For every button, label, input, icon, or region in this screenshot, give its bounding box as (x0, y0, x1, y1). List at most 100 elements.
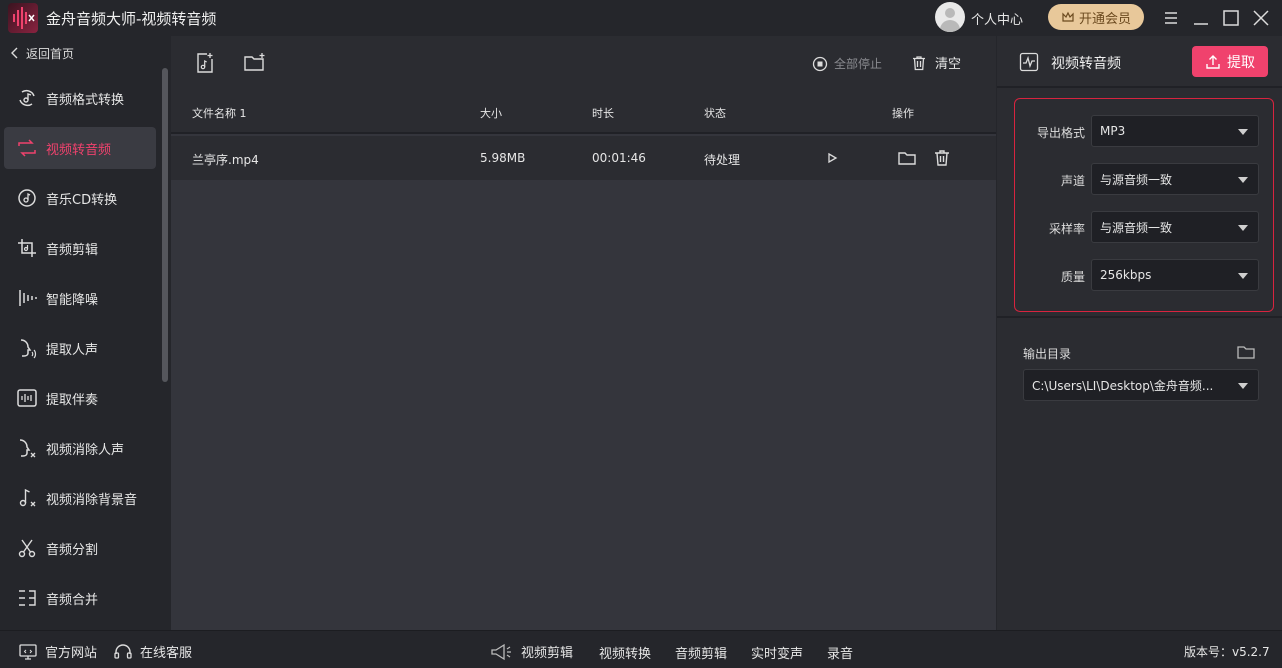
file-name: 兰亭序.mp4 (192, 153, 259, 167)
user-avatar[interactable] (935, 2, 965, 32)
quality-select[interactable]: 256kbps (1091, 259, 1259, 291)
app-title: 金舟音频大师-视频转音频 (46, 10, 217, 28)
trash-icon (913, 55, 925, 70)
file-toolbar: 全部停止 清空 (171, 36, 996, 90)
website-label: 官方网站 (45, 646, 98, 661)
sidebar-item-merge[interactable]: 音频合并 (4, 577, 156, 619)
quality-value: 256kbps (1100, 268, 1152, 282)
channel-select[interactable]: 与源音频一致 (1091, 163, 1259, 195)
back-home-button[interactable]: 返回首页 (10, 44, 74, 62)
play-icon[interactable] (822, 148, 842, 168)
add-file-icon[interactable] (193, 51, 217, 75)
header-duration: 时长 (592, 107, 614, 120)
crown-icon (1062, 11, 1074, 22)
chevron-down-icon (1238, 383, 1248, 389)
remove-bg-sound-icon (19, 488, 36, 507)
sidebar-item-remove-bg-sound[interactable]: 视频消除背景音 (4, 477, 156, 519)
stop-icon (812, 56, 828, 71)
samplerate-value: 与源音频一致 (1100, 220, 1173, 235)
headset-icon (114, 643, 132, 659)
output-dir-value: C:\Users\LI\Desktop\金舟音频... (1032, 378, 1214, 393)
split-icon (18, 539, 36, 558)
header-size: 大小 (480, 107, 502, 120)
vip-button[interactable]: 开通会员 (1048, 4, 1144, 30)
channel-value: 与源音频一致 (1100, 172, 1173, 187)
format-select[interactable]: MP3 (1091, 115, 1259, 147)
sidebar: 返回首页 音频格式转换 视频转音频 音乐CD转换 音频剪辑 智能降噪 提取人声 … (0, 36, 171, 630)
sidebar-item-label: 提取人声 (46, 342, 99, 358)
user-center-link[interactable]: 个人中心 (971, 9, 1023, 28)
megaphone-icon (491, 643, 511, 660)
sidebar-item-audio-convert[interactable]: 音频格式转换 (4, 77, 156, 119)
audio-convert-icon (19, 89, 35, 107)
bottom-link-voice-change[interactable]: 实时变声 (751, 643, 803, 662)
sidebar-item-vocal-extract[interactable]: 提取人声 (4, 327, 156, 369)
chevron-down-icon (1238, 129, 1248, 135)
add-folder-icon[interactable] (243, 51, 267, 75)
stop-all-label: 全部停止 (834, 57, 883, 71)
sidebar-item-remove-vocal[interactable]: 视频消除人声 (4, 427, 156, 469)
sidebar-item-label: 提取伴奏 (46, 392, 99, 408)
open-folder-icon[interactable] (897, 148, 917, 168)
app-logo (8, 3, 38, 33)
denoise-icon (19, 290, 37, 306)
video-to-audio-icon (18, 139, 36, 157)
samplerate-label: 采样率 (1048, 222, 1085, 236)
header-name[interactable]: 文件名称 1 (192, 105, 247, 121)
quality-label: 质量 (1060, 270, 1085, 284)
back-home-label: 返回首页 (26, 46, 75, 61)
sidebar-item-label: 音乐CD转换 (46, 192, 118, 208)
bottom-link-label: 视频剪辑 (521, 646, 574, 661)
settings-panel: 视频转音频 提取 导出格式 MP3 声道 与源音频一致 采样率 与源音频一致 质… (997, 36, 1282, 630)
bottom-link-video-convert[interactable]: 视频转换 (599, 643, 651, 662)
merge-icon (19, 590, 36, 606)
clear-button[interactable]: 清空 (911, 53, 961, 72)
accompaniment-icon (17, 389, 37, 407)
output-dir-select[interactable]: C:\Users\LI\Desktop\金舟音频... (1023, 369, 1259, 401)
support-link[interactable]: 在线客服 (113, 642, 192, 661)
output-settings-group: 导出格式 MP3 声道 与源音频一致 采样率 与源音频一致 质量 256kbps (1014, 98, 1274, 312)
cd-icon (18, 189, 36, 207)
sidebar-item-label: 音频剪辑 (46, 242, 99, 258)
sidebar-item-accompaniment[interactable]: 提取伴奏 (4, 377, 156, 419)
title-bar: 金舟音频大师-视频转音频 个人中心 开通会员 (0, 0, 1282, 36)
folder-icon[interactable] (1236, 342, 1256, 362)
stop-all-button[interactable]: 全部停止 (812, 55, 882, 72)
chevron-left-icon (11, 47, 18, 59)
file-status: 待处理 (704, 153, 741, 167)
sidebar-item-label: 视频消除人声 (46, 442, 125, 458)
website-link[interactable]: 官方网站 (18, 642, 97, 661)
output-dir-label: 输出目录 (1023, 347, 1072, 361)
sidebar-item-label: 视频消除背景音 (46, 492, 138, 508)
bottom-bar: 官方网站 在线客服 视频剪辑 视频转换 音频剪辑 实时变声 录音 版本号：v5.… (0, 630, 1282, 668)
chevron-down-icon (1238, 273, 1248, 279)
sidebar-scrollbar[interactable] (162, 68, 168, 382)
menu-icon[interactable] (1160, 7, 1182, 29)
table-header: 文件名称 1 大小 时长 状态 操作 (171, 90, 996, 134)
sidebar-item-split[interactable]: 音频分割 (4, 527, 156, 569)
file-duration: 00:01:46 (592, 151, 646, 165)
delete-icon[interactable] (932, 148, 952, 168)
bottom-link-video-edit[interactable]: 视频剪辑 (490, 642, 573, 661)
waveform-icon (1019, 52, 1039, 72)
sidebar-item-audio-cut[interactable]: 音频剪辑 (4, 227, 156, 269)
sidebar-item-label: 音频分割 (46, 542, 99, 558)
sidebar-item-music-cd[interactable]: 音乐CD转换 (4, 177, 156, 219)
extract-button[interactable]: 提取 (1192, 46, 1268, 77)
maximize-icon[interactable] (1220, 7, 1242, 29)
chevron-down-icon (1238, 177, 1248, 183)
sidebar-item-video-to-audio[interactable]: 视频转音频 (4, 127, 156, 169)
sidebar-item-label: 视频转音频 (46, 142, 112, 158)
remove-vocal-icon (19, 439, 36, 458)
format-label: 导出格式 (1036, 126, 1085, 140)
support-label: 在线客服 (140, 646, 193, 661)
samplerate-select[interactable]: 与源音频一致 (1091, 211, 1259, 243)
minimize-icon[interactable] (1190, 7, 1212, 29)
sidebar-item-denoise[interactable]: 智能降噪 (4, 277, 156, 319)
table-row[interactable]: 兰亭序.mp4 5.98MB 00:01:46 待处理 (171, 136, 996, 180)
panel-title: 视频转音频 (1051, 56, 1121, 72)
close-icon[interactable] (1250, 7, 1272, 29)
clear-label: 清空 (935, 57, 962, 72)
bottom-link-record[interactable]: 录音 (827, 643, 853, 662)
bottom-link-audio-edit[interactable]: 音频剪辑 (675, 643, 727, 662)
